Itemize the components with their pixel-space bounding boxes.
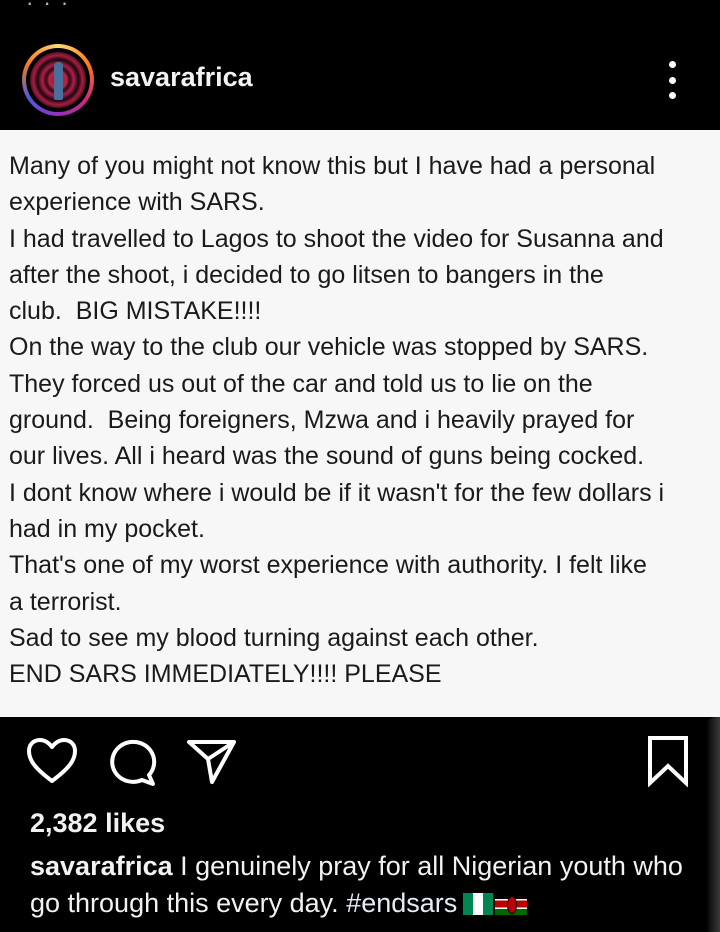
likes-count[interactable]: 2,382 likes: [30, 808, 165, 839]
bookmark-icon[interactable]: [646, 735, 690, 787]
heart-icon[interactable]: [26, 737, 78, 785]
post-text-line: I dont know where i would be if it wasn'…: [9, 478, 665, 507]
avatar-figure: [54, 62, 63, 100]
post-action-bar: [0, 717, 720, 807]
post-text-line: ground. Being foreigners, Mzwa and i hea…: [9, 406, 635, 435]
post-text-line: a terrorist.: [9, 587, 122, 616]
post-username[interactable]: savarafrica: [110, 62, 253, 93]
caption-hashtag[interactable]: #endsars: [346, 888, 457, 918]
post-text-line: our lives. All i heard was the sound of …: [9, 442, 645, 471]
post-header: savarafrica: [0, 28, 720, 130]
caption-username[interactable]: savarafrica: [30, 851, 173, 881]
avatar-border: [26, 48, 90, 112]
truncated-indicator: · · ·: [26, 0, 71, 15]
kebab-menu-icon[interactable]: [656, 58, 688, 102]
kenya-flag-icon: [495, 893, 528, 915]
kebab-dot: [668, 76, 676, 84]
post-text-line: Sad to see my blood turning against each…: [9, 623, 539, 652]
nigeria-flag-icon: [463, 893, 494, 915]
status-strip: · · ·: [0, 0, 720, 28]
post-text-line: That's one of my worst experience with a…: [9, 551, 647, 580]
post-text-line: On the way to the club our vehicle was s…: [9, 333, 649, 362]
post-image[interactable]: Many of you might not know this but I ha…: [0, 130, 720, 717]
post-text-line: experience with SARS.: [9, 188, 265, 217]
paper-plane-icon[interactable]: [186, 737, 238, 785]
avatar-image: [30, 52, 86, 108]
scrollbar[interactable]: [706, 717, 720, 932]
post-text-line: Many of you might not know this but I ha…: [9, 152, 656, 180]
post-text-line: club. BIG MISTAKE!!!!: [9, 297, 262, 326]
post-text-line: after the shoot, i decided to go litsen …: [9, 260, 604, 289]
kebab-dot: [668, 61, 676, 68]
post-text-line: END SARS IMMEDIATELY!!!! PLEASE: [9, 660, 442, 689]
post-caption: savarafrica I genuinely pray for all Nig…: [30, 848, 700, 922]
instagram-post-screen: · · · savarafrica Many of you might not …: [0, 0, 720, 932]
post-text-line: I had travelled to Lagos to shoot the vi…: [9, 224, 664, 253]
comment-bubble-icon[interactable]: [106, 739, 158, 787]
post-text-line: They forced us out of the car and told u…: [9, 369, 593, 398]
kebab-dot: [668, 92, 676, 99]
post-text-line: had in my pocket.: [9, 514, 205, 543]
avatar[interactable]: [22, 44, 94, 116]
